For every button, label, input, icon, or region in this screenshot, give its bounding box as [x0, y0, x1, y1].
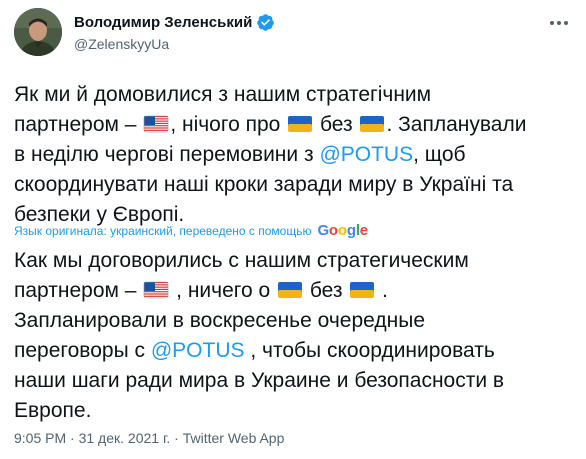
- translation-note-text: Язык оригинала: украинский, переведено с…: [14, 223, 312, 238]
- avatar[interactable]: [14, 8, 62, 56]
- us-flag-icon: [144, 281, 169, 299]
- avatar-photo-icon: [14, 8, 62, 56]
- tweet-date[interactable]: 31 дек. 2021 г.: [79, 430, 171, 446]
- text-segment: , нічого про: [170, 113, 287, 136]
- us-flag-icon: [144, 115, 169, 133]
- text-segment: , щоб: [413, 143, 466, 166]
- text-segment: партнером –: [14, 113, 143, 136]
- text-segment: . Запланували: [386, 113, 527, 136]
- more-options-icon[interactable]: [546, 16, 572, 30]
- text-line: скоординувати наші кроки заради миру в У…: [14, 170, 574, 200]
- author-name-row[interactable]: Володимир Зеленський: [74, 13, 275, 32]
- tweet: Володимир Зеленський @ZelenskyyUa Як ми …: [0, 0, 586, 459]
- text-line: Как мы договорились с нашим стратегическ…: [14, 246, 574, 276]
- mention-link[interactable]: @POTUS: [151, 339, 245, 362]
- text-line: Запланировали в воскресенье очередные: [14, 306, 574, 336]
- ukraine-flag-icon: [278, 282, 302, 298]
- text-line: в неділю чергові перемовини з @POTUS, що…: [14, 140, 574, 170]
- google-logo: Google: [317, 222, 368, 239]
- meta-separator: ·: [66, 430, 79, 446]
- ukraine-flag-icon: [288, 116, 313, 132]
- text-line: Европе.: [14, 396, 574, 426]
- tweet-translated-text: Как мы договорились с нашим стратегическ…: [14, 246, 574, 426]
- text-line: наши шаги ради мира в Украине и безопасн…: [14, 366, 574, 396]
- text-segment: Как мы договорились с нашим стратегическ…: [14, 249, 469, 272]
- text-segment: в неділю чергові перемовини з: [14, 143, 320, 166]
- mention-link[interactable]: @POTUS: [319, 143, 413, 166]
- text-segment: , чтобы скоординировать: [244, 339, 495, 362]
- ukraine-flag-icon: [360, 116, 385, 132]
- text-segment: скоординувати наші кроки заради миру в У…: [14, 173, 514, 196]
- text-segment: без: [304, 279, 349, 302]
- verified-badge-icon: [257, 14, 275, 31]
- author-handle[interactable]: @ZelenskyyUa: [74, 36, 169, 52]
- text-segment: Европе.: [14, 399, 92, 422]
- tweet-original-text: Як ми й домовилися з нашим стратегічним п…: [14, 80, 574, 230]
- text-segment: переговоры с: [14, 339, 151, 362]
- text-segment: без: [314, 113, 359, 136]
- text-segment: наши шаги ради мира в Украине и безопасн…: [14, 369, 505, 392]
- text-segment: , ничего о: [170, 279, 276, 302]
- text-line: Як ми й домовилися з нашим стратегічним: [14, 80, 574, 110]
- author-name[interactable]: Володимир Зеленський: [74, 14, 252, 31]
- tweet-source[interactable]: Twitter Web App: [183, 430, 285, 446]
- ukraine-flag-icon: [350, 282, 375, 298]
- text-segment: Як ми й домовилися з нашим стратегічним: [14, 83, 432, 106]
- text-line: партнером – , ничего о без .: [14, 276, 574, 306]
- text-line: переговоры с @POTUS , чтобы скоординиров…: [14, 336, 574, 366]
- text-segment: партнером –: [14, 279, 143, 302]
- text-segment: Запланировали в воскресенье очередные: [14, 309, 425, 332]
- tweet-meta: 9:05 PM · 31 дек. 2021 г. · Twitter Web …: [14, 430, 284, 446]
- translation-note[interactable]: Язык оригинала: украинский, переведено с…: [14, 222, 368, 239]
- meta-separator: ·: [170, 430, 183, 446]
- text-line: партнером – , нічого про без . Запланува…: [14, 110, 574, 140]
- tweet-time[interactable]: 9:05 PM: [14, 430, 66, 446]
- text-segment: .: [376, 279, 388, 302]
